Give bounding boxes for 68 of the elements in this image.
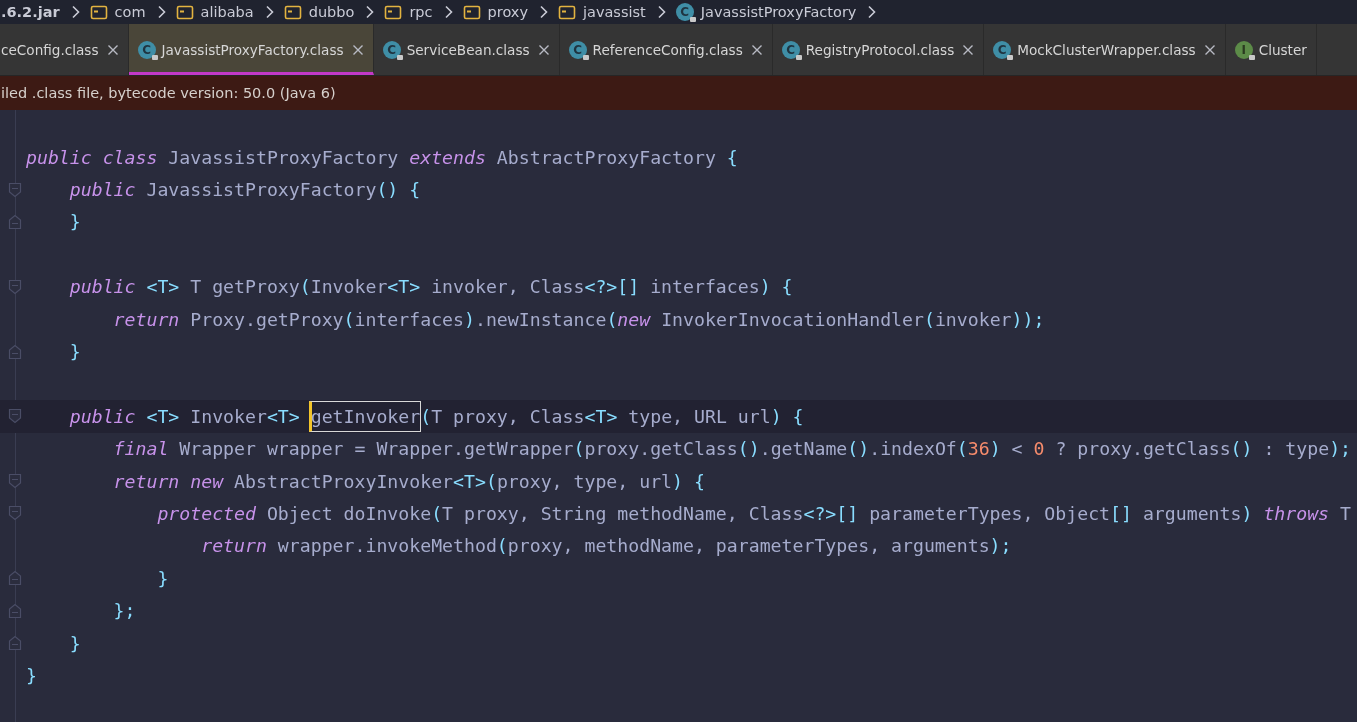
- code-line: }: [68, 632, 81, 654]
- class-icon: C: [993, 40, 1012, 59]
- close-icon[interactable]: [1203, 43, 1216, 56]
- folder-icon: [557, 4, 576, 20]
- close-icon[interactable]: [106, 43, 119, 56]
- code-line: final Wrapper wrapper = Wrapper.getWrapper(proxy.getClass().getName().indexOf(36) < 0 ? proxy.getClass() : type);: [112, 438, 1352, 460]
- interface-icon: I: [1234, 40, 1253, 59]
- fold-icon[interactable]: [8, 181, 22, 198]
- close-icon[interactable]: [750, 43, 763, 56]
- fold-icon[interactable]: [8, 635, 22, 652]
- fold-icon[interactable]: [8, 570, 22, 587]
- breadcrumb-item[interactable]: .6.2.jar: [1, 4, 60, 20]
- code-line: protected Object doInvoke(T proxy, String methodName, Class<?>[] parameterTypes, Object[] arguments) throws T: [156, 503, 1351, 524]
- breadcrumb-item[interactable]: proxy: [487, 4, 528, 20]
- class-icon: C: [568, 40, 587, 59]
- close-icon[interactable]: [962, 43, 975, 56]
- file-tab[interactable]: C ServiceBean.class: [373, 24, 560, 75]
- chevron-icon: [365, 5, 376, 19]
- code-line: return new AbstractProxyInvoker<T>(proxy, type, url) {: [112, 470, 705, 492]
- banner-text: iled .class file, bytecode version: 50.0 (Java 6): [1, 85, 336, 101]
- code-line: public <T> T getProxy(Invoker<T> invoker, Class<?>[] interfaces) {: [68, 276, 793, 298]
- file-tab[interactable]: ceConfig.class: [0, 24, 129, 75]
- fold-icon[interactable]: [8, 343, 22, 360]
- chevron-icon: [867, 5, 878, 19]
- breadcrumb-item[interactable]: com: [114, 4, 146, 20]
- folder-icon: [175, 4, 194, 20]
- code-line: }: [68, 211, 81, 233]
- code-line: };: [112, 600, 136, 622]
- code-line: }: [26, 664, 37, 686]
- class-icon: C: [675, 3, 694, 21]
- file-tab[interactable]: C JavassistProxyFactory.class: [128, 24, 374, 75]
- breadcrumb-item[interactable]: javassist: [582, 4, 646, 20]
- class-icon: C: [781, 40, 800, 59]
- close-icon[interactable]: [351, 43, 364, 56]
- close-icon[interactable]: [537, 43, 550, 56]
- folder-icon: [283, 4, 302, 20]
- code-line: public JavassistProxyFactory() {: [68, 179, 421, 201]
- fold-icon[interactable]: [8, 278, 22, 295]
- file-tab[interactable]: I Cluster: [1225, 24, 1317, 75]
- chevron-icon: [70, 5, 81, 19]
- breadcrumb-item[interactable]: alibaba: [200, 4, 254, 20]
- class-icon: C: [382, 40, 401, 59]
- chevron-icon: [443, 5, 454, 19]
- fold-icon[interactable]: [8, 505, 22, 522]
- breadcrumb-item[interactable]: dubbo: [308, 4, 355, 20]
- fold-icon[interactable]: [8, 473, 22, 490]
- folder-icon: [89, 4, 108, 20]
- folder-icon: [384, 4, 403, 20]
- chevron-icon: [264, 5, 275, 19]
- code-line: }: [156, 567, 169, 589]
- code-line: return Proxy.getProxy(interfaces).newInstance(new InvokerInvocationHandler(invoker));: [112, 308, 1045, 330]
- breadcrumb-item[interactable]: rpc: [409, 4, 433, 20]
- breadcrumb-item[interactable]: JavassistProxyFactory: [700, 4, 857, 20]
- file-tab[interactable]: C RegistryProtocol.class: [772, 24, 985, 75]
- code-line: public class JavassistProxyFactory extends AbstractProxyFactory {: [26, 146, 738, 168]
- chevron-icon: [656, 5, 667, 19]
- code-line: public <T> Invoker<T> getInvoker(T proxy, Class<T> type, URL url) {: [68, 405, 804, 427]
- fold-icon[interactable]: [8, 213, 22, 230]
- code-line: return wrapper.invokeMethod(proxy, methodName, parameterTypes, arguments);: [200, 535, 1012, 557]
- fold-icon[interactable]: [8, 602, 22, 619]
- code-line: }: [68, 341, 81, 363]
- folder-icon: [462, 4, 481, 20]
- file-tab[interactable]: C ReferenceConfig.class: [559, 24, 773, 75]
- chevron-icon: [156, 5, 167, 19]
- fold-icon[interactable]: [8, 408, 22, 425]
- class-icon: C: [137, 40, 156, 59]
- chevron-icon: [538, 5, 549, 19]
- file-tab[interactable]: C MockClusterWrapper.class: [984, 24, 1226, 75]
